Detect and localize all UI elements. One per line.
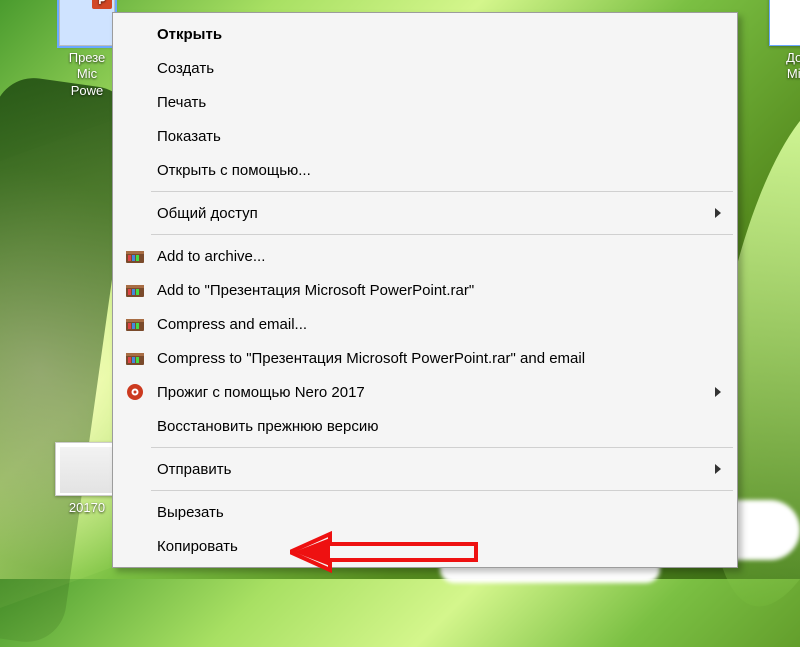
file-icon: P bbox=[59, 0, 115, 46]
menu-show[interactable]: Показать bbox=[115, 119, 735, 153]
winrar-icon bbox=[125, 348, 145, 368]
menu-label: Compress and email... bbox=[157, 316, 307, 333]
menu-add-archive[interactable]: Add to archive... bbox=[115, 239, 735, 273]
menu-restore-previous[interactable]: Восстановить прежнюю версию bbox=[115, 409, 735, 443]
menu-label: Копировать bbox=[157, 538, 238, 555]
submenu-arrow-icon bbox=[715, 464, 721, 474]
nero-icon bbox=[125, 382, 145, 402]
menu-label: Общий доступ bbox=[157, 205, 258, 222]
menu-label: Add to "Презентация Microsoft PowerPoint… bbox=[157, 282, 474, 299]
submenu-arrow-icon bbox=[715, 208, 721, 218]
menu-separator bbox=[151, 191, 733, 192]
winrar-icon bbox=[125, 314, 145, 334]
menu-label: Открыть bbox=[157, 26, 222, 43]
menu-open[interactable]: Открыть bbox=[115, 17, 735, 51]
menu-share[interactable]: Общий доступ bbox=[115, 196, 735, 230]
menu-label: Показать bbox=[157, 128, 221, 145]
menu-send-to[interactable]: Отправить bbox=[115, 452, 735, 486]
context-menu: Открыть Создать Печать Показать Открыть … bbox=[112, 12, 738, 568]
winrar-icon bbox=[125, 280, 145, 300]
menu-separator bbox=[151, 490, 733, 491]
menu-compress-email[interactable]: Compress and email... bbox=[115, 307, 735, 341]
menu-label: Отправить bbox=[157, 461, 231, 478]
menu-label: Compress to "Презентация Microsoft Power… bbox=[157, 350, 585, 367]
menu-label: Вырезать bbox=[157, 504, 224, 521]
menu-separator bbox=[151, 234, 733, 235]
menu-nero-burn[interactable]: Прожиг с помощью Nero 2017 bbox=[115, 375, 735, 409]
menu-label: Восстановить прежнюю версию bbox=[157, 418, 378, 435]
submenu-arrow-icon bbox=[715, 387, 721, 397]
menu-compress-named-email[interactable]: Compress to "Презентация Microsoft Power… bbox=[115, 341, 735, 375]
menu-print[interactable]: Печать bbox=[115, 85, 735, 119]
menu-create[interactable]: Создать bbox=[115, 51, 735, 85]
desktop-file-label: Док Mic bbox=[752, 50, 800, 83]
menu-label: Открыть с помощью... bbox=[157, 162, 311, 179]
menu-separator bbox=[151, 447, 733, 448]
menu-label: Add to archive... bbox=[157, 248, 265, 265]
menu-copy[interactable]: Копировать bbox=[115, 529, 735, 563]
menu-cut[interactable]: Вырезать bbox=[115, 495, 735, 529]
file-icon bbox=[769, 0, 800, 46]
winrar-icon bbox=[125, 246, 145, 266]
folder-icon bbox=[55, 442, 119, 496]
menu-open-with[interactable]: Открыть с помощью... bbox=[115, 153, 735, 187]
menu-label: Печать bbox=[157, 94, 206, 111]
menu-label: Создать bbox=[157, 60, 214, 77]
menu-label: Прожиг с помощью Nero 2017 bbox=[157, 384, 365, 401]
menu-add-named-archive[interactable]: Add to "Презентация Microsoft PowerPoint… bbox=[115, 273, 735, 307]
desktop-file-document[interactable]: Док Mic bbox=[752, 0, 800, 83]
ppt-badge: P bbox=[92, 0, 112, 9]
